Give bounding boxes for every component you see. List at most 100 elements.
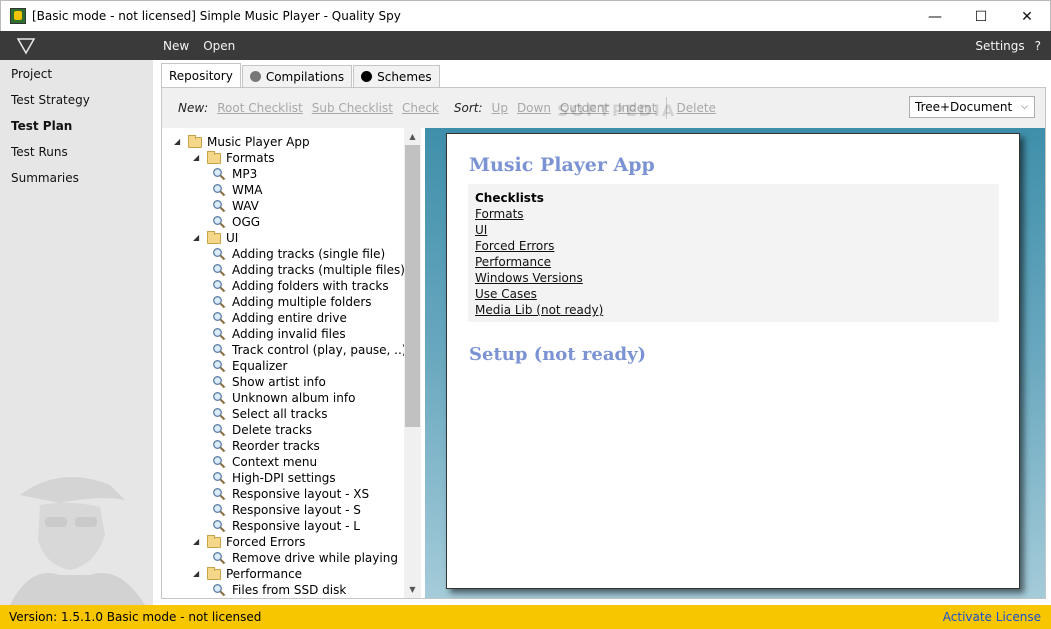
menu-settings[interactable]: Settings [975, 39, 1024, 53]
sort-label: Sort: [453, 101, 483, 115]
tree-scrollbar[interactable]: ▲ ▼ [404, 128, 421, 598]
maximize-button[interactable]: ☐ [958, 1, 1004, 32]
tree-check-item[interactable]: Adding tracks (single file) [212, 246, 385, 262]
up-button[interactable]: Up [492, 101, 508, 115]
tree-check-item[interactable]: High-DPI settings [212, 470, 336, 486]
expand-arrow-icon[interactable]: ◢ [193, 534, 203, 550]
tree-item-label: Adding invalid files [232, 327, 346, 341]
tree-item-label: Responsive layout - L [232, 519, 360, 533]
expand-arrow-icon[interactable]: ◢ [193, 566, 203, 582]
activate-license-link[interactable]: Activate License [943, 605, 1041, 629]
tree-check-item[interactable]: Adding entire drive [212, 310, 347, 326]
down-button[interactable]: Down [517, 101, 551, 115]
magnifier-icon [213, 392, 226, 405]
tree-check-item[interactable]: Context menu [212, 454, 317, 470]
document-page: Music Player App Checklists Formats UI F… [446, 133, 1020, 589]
window-title: [Basic mode - not licensed] Simple Music… [32, 9, 401, 23]
folder-icon [207, 566, 221, 580]
tree-item-label: Adding folders with tracks [232, 279, 389, 293]
toc-link-formats[interactable]: Formats [475, 206, 992, 222]
tree-item-label: Adding tracks (multiple files) [232, 263, 405, 277]
tree-folder-item[interactable]: ◢ Forced Errors [193, 534, 305, 550]
tree-item-label: Equalizer [232, 359, 288, 373]
sidebar-item-test-plan[interactable]: Test Plan [0, 113, 153, 139]
magnifier-icon [213, 408, 226, 421]
tree-folder-item[interactable]: ◢ Music Player App [174, 134, 310, 150]
tree-check-item[interactable]: Select all tracks [212, 406, 327, 422]
toolbar: New: Root Checklist Sub Checklist Check … [162, 88, 1045, 128]
toc-link-performance[interactable]: Performance [475, 254, 992, 270]
tree-item-label: Show artist info [232, 375, 326, 389]
tree-check-item[interactable]: Files from SSD disk [212, 582, 346, 598]
minimize-button[interactable]: — [912, 1, 958, 32]
section-heading: Setup (not ready) [469, 344, 647, 365]
tree-item-label: Forced Errors [226, 535, 306, 549]
expand-arrow-icon[interactable]: ◢ [193, 150, 203, 166]
toc-title: Checklists [475, 191, 544, 205]
tree-item-label: High-DPI settings [232, 471, 336, 485]
repository-panel: New: Root Checklist Sub Checklist Check … [161, 87, 1046, 599]
toc-link-windows-versions[interactable]: Windows Versions [475, 270, 992, 286]
check-button[interactable]: Check [402, 101, 439, 115]
tree-check-item[interactable]: Adding invalid files [212, 326, 346, 342]
sub-checklist-button[interactable]: Sub Checklist [312, 101, 393, 115]
tree-item-label: Adding entire drive [232, 311, 347, 325]
root-checklist-button[interactable]: Root Checklist [217, 101, 303, 115]
tree-check-item[interactable]: Equalizer [212, 358, 287, 374]
tree-check-item[interactable]: Adding folders with tracks [212, 278, 389, 294]
sidebar-item-test-runs[interactable]: Test Runs [0, 139, 153, 165]
tree-check-item[interactable]: Remove drive while playing [212, 550, 398, 566]
tree-item-label: Delete tracks [232, 423, 313, 437]
magnifier-icon [213, 280, 226, 293]
tree-check-item[interactable]: Responsive layout - L [212, 518, 360, 534]
triangle-logo-icon[interactable] [16, 36, 36, 56]
toc-link-ui[interactable]: UI [475, 222, 992, 238]
toc-link-forced-errors[interactable]: Forced Errors [475, 238, 992, 254]
tree-check-item[interactable]: OGG [212, 214, 260, 230]
folder-icon [207, 230, 221, 244]
title-bar: [Basic mode - not licensed] Simple Music… [0, 0, 1051, 31]
tree-check-item[interactable]: Unknown album info [212, 390, 355, 406]
menu-new[interactable]: New [163, 39, 189, 53]
sidebar-item-test-strategy[interactable]: Test Strategy [0, 87, 153, 113]
tree-folder-item[interactable]: ◢ Formats [193, 150, 275, 166]
tree-check-item[interactable]: WAV [212, 198, 259, 214]
toc-link-media-lib[interactable]: Media Lib (not ready) [475, 302, 992, 318]
app-icon [10, 8, 26, 24]
tree-check-item[interactable]: Delete tracks [212, 422, 312, 438]
black-circle-icon [361, 71, 373, 82]
gray-circle-icon [249, 71, 261, 82]
tree-check-item[interactable]: Reorder tracks [212, 438, 320, 454]
tree-check-item[interactable]: MP3 [212, 166, 257, 182]
menu-help[interactable]: ? [1035, 39, 1041, 53]
magnifier-icon [213, 360, 226, 373]
sidebar-item-summaries[interactable]: Summaries [0, 165, 153, 191]
tree-check-item[interactable]: Track control (play, pause, ..) [212, 342, 407, 358]
tree-check-item[interactable]: Responsive layout - S [212, 502, 361, 518]
tree-check-item[interactable]: Responsive layout - XS [212, 486, 369, 502]
tree-item-label: WAV [232, 199, 259, 213]
tab-schemes[interactable]: Schemes [353, 65, 440, 87]
scroll-thumb[interactable] [405, 145, 420, 427]
tree-check-item[interactable]: WMA [212, 182, 262, 198]
tab-compilations[interactable]: Compilations [241, 65, 353, 87]
tree-item-label: Track control (play, pause, ..) [232, 343, 407, 357]
scroll-down-icon[interactable]: ▼ [404, 581, 421, 598]
delete-button[interactable]: Delete [677, 101, 716, 115]
tab-repository[interactable]: Repository [161, 63, 241, 87]
view-mode-select[interactable]: Tree+Document ⌵ [909, 96, 1035, 118]
expand-arrow-icon[interactable]: ◢ [174, 134, 184, 150]
tree-folder-item[interactable]: ◢ UI [193, 230, 238, 246]
tree-check-item[interactable]: Adding tracks (multiple files) [212, 262, 405, 278]
expand-arrow-icon[interactable]: ◢ [193, 230, 203, 246]
tree-folder-item[interactable]: ◢ Performance [193, 566, 302, 582]
magnifier-icon [213, 440, 226, 453]
close-button[interactable]: ✕ [1004, 1, 1050, 32]
scroll-up-icon[interactable]: ▲ [404, 128, 421, 145]
tree-check-item[interactable]: Adding multiple folders [212, 294, 372, 310]
menu-open[interactable]: Open [203, 39, 235, 53]
toc-link-use-cases[interactable]: Use Cases [475, 286, 992, 302]
tree-check-item[interactable]: Show artist info [212, 374, 326, 390]
sidebar-item-project[interactable]: Project [0, 61, 153, 87]
tree-item-label: Remove drive while playing [232, 551, 398, 565]
